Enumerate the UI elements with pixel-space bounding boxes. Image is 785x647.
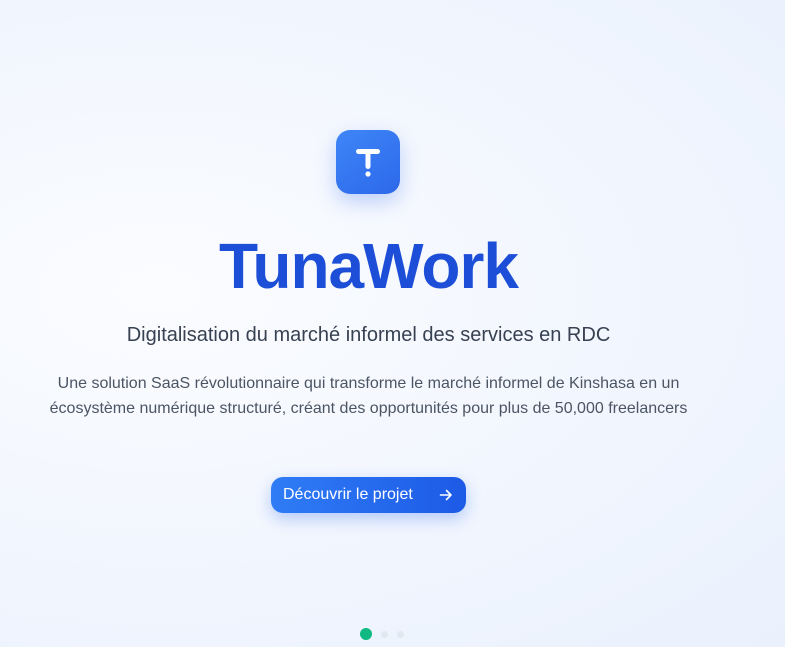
brand-title: TunaWork xyxy=(219,230,519,302)
carousel-indicators xyxy=(360,627,404,641)
tunawork-logo-icon xyxy=(336,130,400,194)
carousel-dot-2[interactable] xyxy=(381,630,388,638)
arrow-right-icon xyxy=(439,489,452,501)
description: Une solution SaaS révolutionnaire qui tr… xyxy=(49,375,688,417)
discover-project-button[interactable]: Découvrir le projet xyxy=(271,477,466,513)
carousel-dot-3[interactable] xyxy=(397,630,404,638)
hero-section: TunaWork Digitalisation du marché inform… xyxy=(0,0,737,647)
cta-label: Découvrir le projet xyxy=(283,486,413,503)
carousel-dot-1[interactable] xyxy=(360,628,372,640)
tagline: Digitalisation du marché informel des se… xyxy=(126,324,611,346)
